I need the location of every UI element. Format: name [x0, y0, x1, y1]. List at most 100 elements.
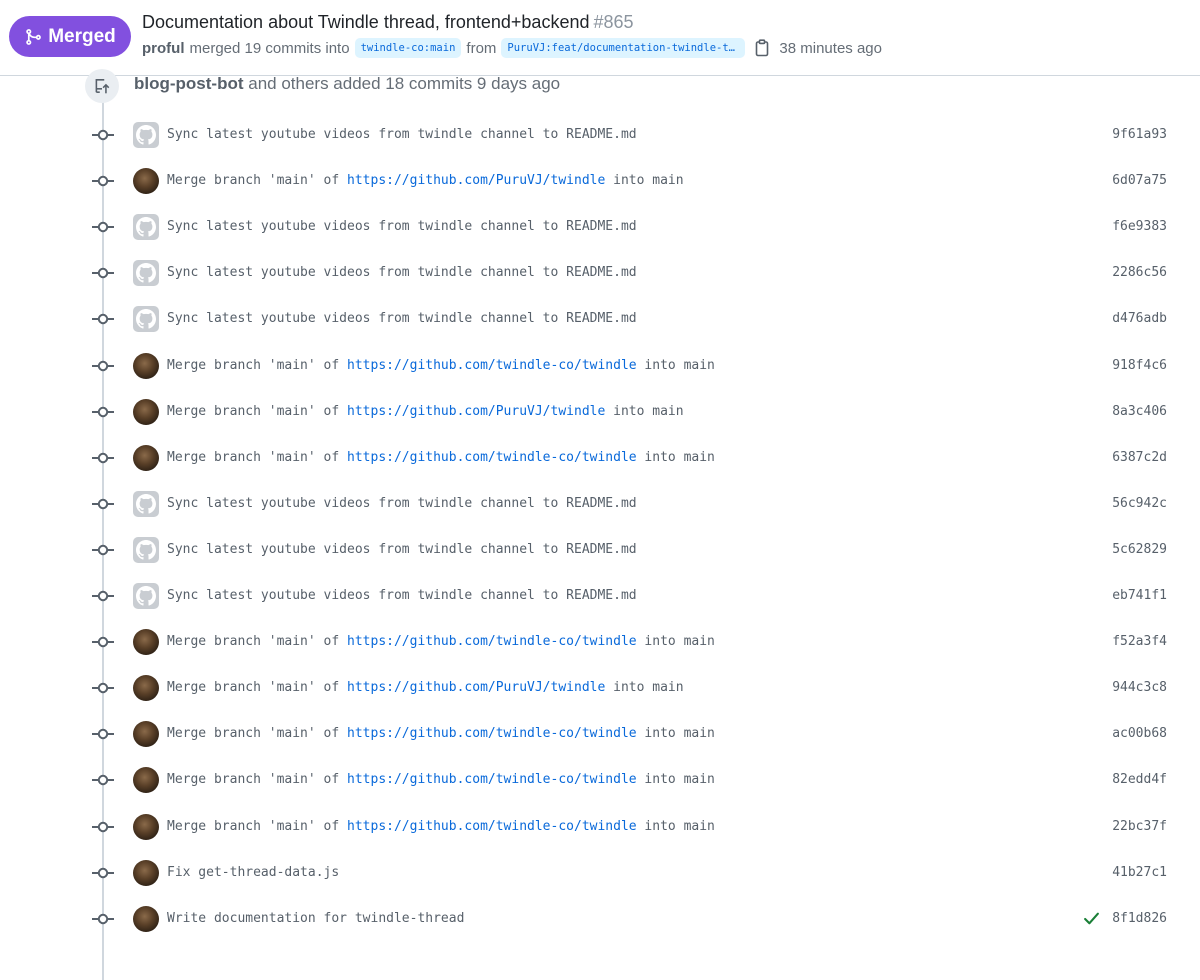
commit-sha-link[interactable]: 41b27c1 [1112, 865, 1167, 880]
commit-message-text[interactable]: Merge branch 'main' of [167, 819, 347, 834]
user-avatar[interactable] [133, 398, 159, 425]
merged-status-label: Merged [48, 25, 116, 47]
commit-message[interactable]: Sync latest youtube videos from twindle … [167, 265, 637, 280]
commit-message[interactable]: Sync latest youtube videos from twindle … [167, 311, 637, 326]
commit-message-suffix[interactable]: into main [637, 819, 714, 834]
event-author-link[interactable]: blog-post-bot [134, 74, 244, 93]
commit-message-link[interactable]: https://github.com/twindle-co/twindle [347, 358, 637, 373]
copy-icon[interactable] [754, 39, 770, 57]
bot-avatar[interactable] [133, 214, 159, 241]
commit-message-suffix[interactable]: into main [637, 634, 714, 649]
commit-message-suffix[interactable]: into main [605, 680, 683, 695]
commit-sha-link[interactable]: 918f4c6 [1112, 358, 1167, 373]
commit-message[interactable]: Sync latest youtube videos from twindle … [167, 127, 637, 142]
merged-text: merged 19 commits into [189, 39, 350, 57]
bot-avatar[interactable] [133, 306, 159, 333]
commit-message-text[interactable]: Sync latest youtube videos from twindle … [167, 219, 637, 234]
commit-message-link[interactable]: https://github.com/twindle-co/twindle [347, 450, 637, 465]
commit-message-text[interactable]: Fix get-thread-data.js [167, 865, 339, 880]
commit-message-text[interactable]: Sync latest youtube videos from twindle … [167, 588, 637, 603]
commit-message[interactable]: Merge branch 'main' of https://github.co… [167, 404, 684, 419]
commit-message[interactable]: Fix get-thread-data.js [167, 865, 339, 880]
commit-sha-link[interactable]: f6e9383 [1112, 219, 1167, 234]
user-avatar[interactable] [133, 352, 159, 379]
commit-message-link[interactable]: https://github.com/twindle-co/twindle [347, 772, 637, 787]
bot-avatar[interactable] [133, 583, 159, 609]
commit-message-text[interactable]: Merge branch 'main' of [167, 358, 347, 373]
user-avatar[interactable] [133, 813, 159, 840]
commit-message[interactable]: Sync latest youtube videos from twindle … [167, 219, 637, 234]
commit-message-link[interactable]: https://github.com/PuruVJ/twindle [347, 680, 605, 695]
commit-message-suffix[interactable]: into main [637, 772, 714, 787]
commit-message[interactable]: Merge branch 'main' of https://github.co… [167, 772, 715, 787]
bot-avatar[interactable] [133, 122, 159, 148]
commit-message[interactable]: Merge branch 'main' of https://github.co… [167, 680, 684, 695]
commit-message[interactable]: Sync latest youtube videos from twindle … [167, 496, 637, 511]
commit-sha-link[interactable]: 944c3c8 [1112, 680, 1167, 695]
commit-message-text[interactable]: Write documentation for twindle-thread [167, 911, 464, 926]
commit-sha-link[interactable]: 6d07a75 [1112, 173, 1167, 188]
commit-message[interactable]: Write documentation for twindle-thread [167, 911, 464, 926]
commit-sha-link[interactable]: 22bc37f [1112, 819, 1167, 834]
check-icon[interactable] [1083, 910, 1100, 927]
commit-message[interactable]: Merge branch 'main' of https://github.co… [167, 358, 715, 373]
commit-message-link[interactable]: https://github.com/twindle-co/twindle [347, 726, 637, 741]
commit-sha-link[interactable]: ac00b68 [1112, 726, 1167, 741]
commit-message-link[interactable]: https://github.com/twindle-co/twindle [347, 634, 637, 649]
commit-message-text[interactable]: Merge branch 'main' of [167, 450, 347, 465]
user-avatar[interactable] [133, 444, 159, 471]
commit-message[interactable]: Merge branch 'main' of https://github.co… [167, 726, 715, 741]
user-avatar[interactable] [133, 675, 159, 702]
pr-author-link[interactable]: proful [142, 40, 185, 57]
commit-message-suffix[interactable]: into main [605, 404, 683, 419]
commit-sha-link[interactable]: f52a3f4 [1112, 634, 1167, 649]
bot-avatar[interactable] [133, 260, 159, 287]
commit-message-link[interactable]: https://github.com/PuruVJ/twindle [347, 404, 605, 419]
commit-sha-link[interactable]: d476adb [1112, 311, 1167, 326]
commit-sha-link[interactable]: eb741f1 [1112, 588, 1167, 603]
commit-message-text[interactable]: Merge branch 'main' of [167, 726, 347, 741]
commit-sha-link[interactable]: 56c942c [1112, 496, 1167, 511]
commit-message-text[interactable]: Merge branch 'main' of [167, 772, 347, 787]
user-avatar[interactable] [133, 905, 159, 932]
commit-message-link[interactable]: https://github.com/PuruVJ/twindle [347, 173, 605, 188]
commit-message[interactable]: Merge branch 'main' of https://github.co… [167, 450, 715, 465]
commit-message-text[interactable]: Sync latest youtube videos from twindle … [167, 542, 637, 557]
commit-message-text[interactable]: Sync latest youtube videos from twindle … [167, 265, 637, 280]
commit-sha-link[interactable]: 9f61a93 [1112, 127, 1167, 142]
commit-message-text[interactable]: Sync latest youtube videos from twindle … [167, 127, 637, 142]
user-avatar[interactable] [133, 859, 159, 886]
commit-message-suffix[interactable]: into main [605, 173, 683, 188]
commit-message[interactable]: Sync latest youtube videos from twindle … [167, 542, 637, 557]
commit-message-suffix[interactable]: into main [637, 450, 714, 465]
commit-message[interactable]: Sync latest youtube videos from twindle … [167, 588, 637, 603]
commit-sha-link[interactable]: 82edd4f [1112, 772, 1167, 787]
bot-avatar[interactable] [133, 490, 159, 517]
commit-sha-link[interactable]: 8a3c406 [1112, 404, 1167, 419]
user-avatar[interactable] [133, 721, 159, 748]
bot-avatar[interactable] [133, 536, 159, 563]
commit-sha-link[interactable]: 2286c56 [1112, 265, 1167, 280]
commit-message-text[interactable]: Sync latest youtube videos from twindle … [167, 496, 637, 511]
commit-message-link[interactable]: https://github.com/twindle-co/twindle [347, 819, 637, 834]
commit-sha-link[interactable]: 5c62829 [1112, 542, 1167, 557]
commit-sha-link[interactable]: 6387c2d [1112, 450, 1167, 465]
commit-message-text[interactable]: Merge branch 'main' of [167, 634, 347, 649]
commit-message[interactable]: Merge branch 'main' of https://github.co… [167, 819, 715, 834]
commit-message[interactable]: Merge branch 'main' of https://github.co… [167, 173, 684, 188]
user-avatar[interactable] [133, 629, 159, 656]
user-avatar[interactable] [133, 767, 159, 794]
pr-title-text: Documentation about Twindle thread, fron… [142, 12, 590, 32]
commit-sha-link[interactable]: 8f1d826 [1112, 911, 1167, 926]
commit-message-text[interactable]: Sync latest youtube videos from twindle … [167, 311, 637, 326]
commit-message-text[interactable]: Merge branch 'main' of [167, 173, 347, 188]
commit-message-suffix[interactable]: into main [637, 726, 714, 741]
commit-message-text[interactable]: Merge branch 'main' of [167, 404, 347, 419]
user-avatar[interactable] [133, 168, 159, 195]
commit-message[interactable]: Merge branch 'main' of https://github.co… [167, 634, 715, 649]
commit-message-text[interactable]: Merge branch 'main' of [167, 680, 347, 695]
commit-message-suffix[interactable]: into main [637, 358, 714, 373]
base-branch-label[interactable]: twindle-co:main [354, 38, 462, 58]
head-branch-label[interactable]: PuruVJ:feat/documentation-twindle-th… [501, 38, 746, 58]
git-commit-icon [92, 821, 114, 832]
